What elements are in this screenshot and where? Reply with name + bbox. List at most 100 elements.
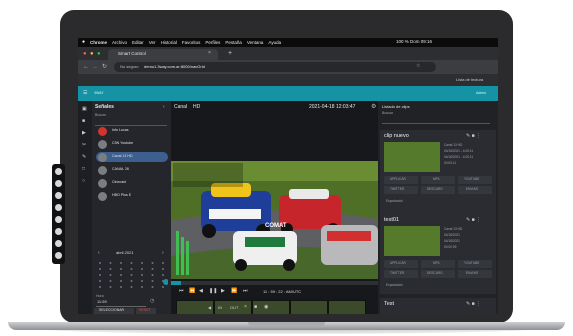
- channel-item[interactable]: Canal 13 HD: [96, 152, 168, 162]
- send-button[interactable]: ENVIAR: [458, 270, 492, 278]
- youtube-button[interactable]: YOUTUBE: [458, 260, 492, 268]
- eye-icon[interactable]: [55, 180, 62, 187]
- prev-month-icon[interactable]: ‹: [98, 251, 100, 256]
- menu-icon[interactable]: ☰: [83, 91, 87, 96]
- timeline-bar[interactable]: [171, 281, 378, 285]
- channel-item[interactable]: Info Lucas: [96, 126, 168, 136]
- collapse-icon[interactable]: ‹: [163, 105, 165, 110]
- apply-button[interactable]: APPLICAR: [384, 260, 418, 268]
- twitter-button[interactable]: TWITTER: [384, 270, 418, 278]
- clip-thumbnail[interactable]: [384, 142, 440, 172]
- home-icon[interactable]: [55, 168, 62, 175]
- filmstrip-frame[interactable]: [290, 300, 328, 314]
- skip-back-icon[interactable]: ⏮: [179, 289, 184, 294]
- export-label[interactable]: Exportación: [386, 199, 403, 203]
- calendar-day[interactable]: [109, 286, 112, 288]
- download-button[interactable]: DESCARG: [421, 186, 455, 194]
- apple-icon[interactable]: ●: [82, 40, 85, 45]
- clip-actions-icon[interactable]: ✎ ■ ⋮: [466, 302, 481, 307]
- calendar-day[interactable]: [130, 286, 133, 288]
- select-button[interactable]: SELECCIONAR: [94, 308, 134, 314]
- clock-icon[interactable]: ◷: [150, 299, 154, 304]
- pause-icon[interactable]: ❚❚: [209, 289, 217, 294]
- clip-actions-icon[interactable]: ✎ ■ ⋮: [466, 218, 481, 223]
- calendar-day[interactable]: [151, 280, 154, 282]
- monitor-icon[interactable]: [55, 192, 62, 199]
- calendar-day[interactable]: [99, 262, 101, 264]
- search-icon[interactable]: ○: [82, 179, 85, 184]
- twitter-button[interactable]: TWITTER: [384, 186, 418, 194]
- folder-icon[interactable]: □: [82, 167, 85, 172]
- calendar-day[interactable]: [130, 280, 133, 282]
- user-name[interactable]: Admin: [476, 91, 486, 96]
- rewind-icon[interactable]: ⏪: [189, 289, 195, 294]
- channel-item[interactable]: HBO Plus E: [96, 191, 168, 201]
- calendar-day[interactable]: [141, 280, 143, 282]
- tab-smart-control[interactable]: Smart Control ×: [108, 49, 218, 60]
- menu-item-ventana[interactable]: Ventana: [247, 40, 264, 45]
- calendar-day[interactable]: [130, 274, 133, 276]
- clip-thumbnail[interactable]: [384, 226, 440, 256]
- mp4-button[interactable]: MP4: [421, 176, 455, 184]
- maximize-window-icon[interactable]: ●: [97, 51, 101, 57]
- user-icon[interactable]: [55, 252, 62, 259]
- calendar-day[interactable]: [141, 274, 143, 276]
- reading-list[interactable]: Lista de lectura: [456, 78, 483, 82]
- calendar-day[interactable]: [120, 280, 122, 282]
- mp4-button[interactable]: MP4: [421, 260, 455, 268]
- monitor-icon[interactable]: ▣: [82, 107, 87, 112]
- calendar-day[interactable]: [99, 274, 101, 276]
- stop-icon[interactable]: ■: [82, 119, 85, 124]
- step-back-icon[interactable]: ◀: [199, 289, 203, 294]
- play-icon[interactable]: ▶: [82, 131, 86, 136]
- close-tab-icon[interactable]: ×: [208, 51, 211, 56]
- calendar-day[interactable]: [162, 286, 164, 288]
- people-icon[interactable]: [55, 216, 62, 223]
- new-tab-button[interactable]: +: [228, 50, 232, 57]
- address-bar[interactable]: No seguro demo1.3way.com.ar:8000/navGrid…: [114, 62, 436, 72]
- clip-actions-icon[interactable]: ✎ ■ ⋮: [466, 134, 481, 139]
- filmstrip-frame[interactable]: [328, 300, 366, 314]
- mark-in-label[interactable]: IN: [218, 306, 222, 310]
- gear-icon[interactable]: [55, 240, 62, 247]
- chart-icon[interactable]: [55, 228, 62, 235]
- calendar-day[interactable]: [109, 280, 112, 282]
- save-icon[interactable]: ■: [254, 305, 257, 310]
- menu-item-favoritos[interactable]: Favoritos: [182, 40, 201, 45]
- youtube-button[interactable]: YOUTUBE: [458, 176, 492, 184]
- target-icon[interactable]: [55, 204, 62, 211]
- reload-icon[interactable]: ↻: [102, 64, 107, 70]
- channel-item[interactable]: Cinecast: [96, 178, 168, 188]
- calendar-day[interactable]: [120, 268, 122, 270]
- calendar-grid[interactable]: [96, 260, 169, 290]
- camera-icon[interactable]: ◉: [264, 305, 268, 310]
- calendar-day[interactable]: [120, 274, 122, 276]
- close-window-icon[interactable]: ●: [83, 51, 87, 57]
- skip-forward-icon[interactable]: ⏭: [243, 289, 248, 294]
- send-button[interactable]: ENVIAR: [458, 186, 492, 194]
- calendar-day[interactable]: [130, 268, 133, 270]
- calendar-day[interactable]: [109, 262, 112, 264]
- minimize-window-icon[interactable]: ●: [90, 51, 94, 57]
- time-input[interactable]: 11:59: [96, 300, 146, 307]
- pencil-icon[interactable]: ✎: [82, 155, 86, 160]
- calendar-day[interactable]: [141, 268, 143, 270]
- calendar-day[interactable]: [151, 268, 154, 270]
- gear-icon[interactable]: ⚙: [371, 104, 376, 110]
- calendar-day[interactable]: [99, 286, 101, 288]
- menu-item-ver[interactable]: Ver: [149, 40, 156, 45]
- calendar-day[interactable]: [109, 274, 112, 276]
- play-icon[interactable]: ▶: [221, 289, 225, 294]
- next-month-icon[interactable]: ›: [162, 251, 164, 256]
- reset-button[interactable]: RESET: [136, 308, 156, 314]
- calendar-day[interactable]: [162, 274, 164, 276]
- channel-item[interactable]: CANAL 26: [96, 165, 168, 175]
- fast-forward-icon[interactable]: ⏩: [231, 289, 237, 294]
- close-icon[interactable]: ×: [244, 305, 247, 310]
- calendar-day[interactable]: [141, 286, 143, 288]
- calendar-day[interactable]: [162, 268, 164, 270]
- mark-in-icon[interactable]: ◀: [208, 306, 211, 310]
- calendar-day[interactable]: [109, 268, 112, 270]
- scissors-icon[interactable]: ✂: [82, 143, 86, 148]
- calendar-day[interactable]: [151, 274, 154, 276]
